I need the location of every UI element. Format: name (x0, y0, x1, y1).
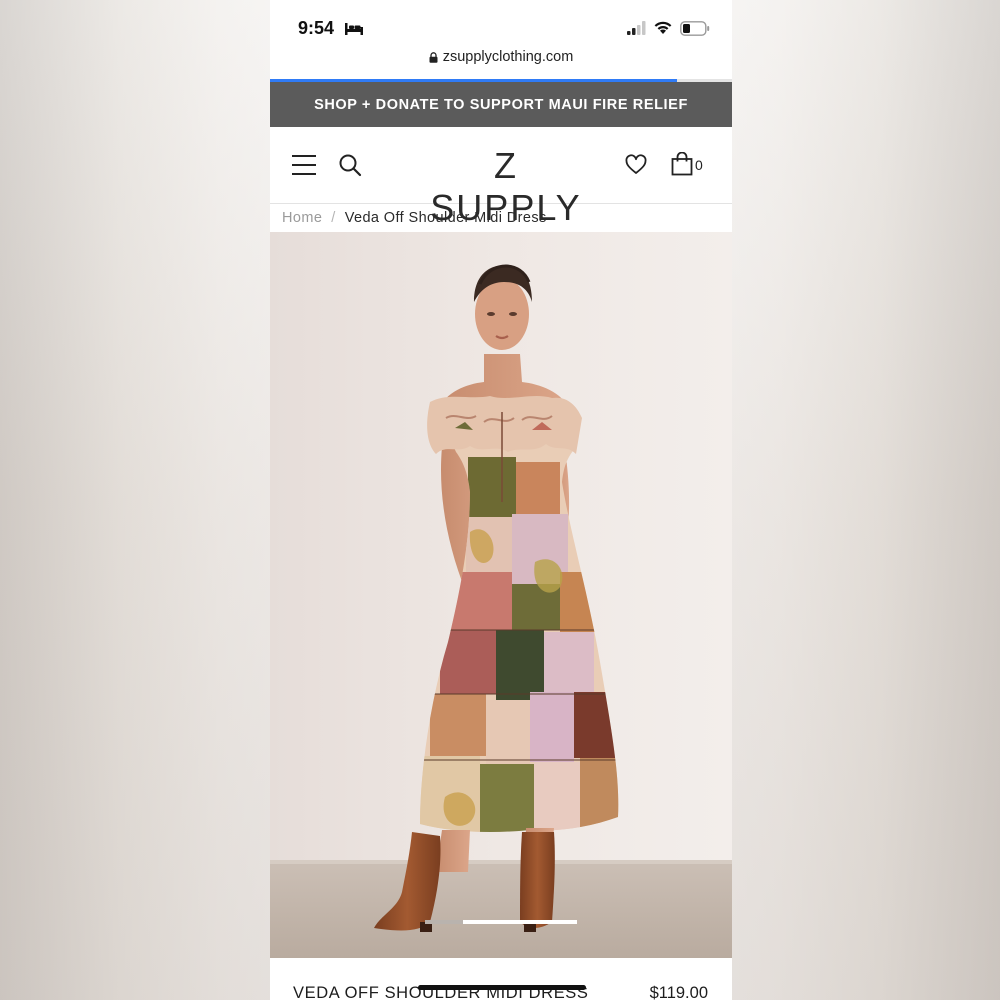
cellular-signal-icon (627, 21, 646, 35)
shopping-bag-icon[interactable] (671, 152, 693, 176)
breadcrumb-separator: / (331, 210, 336, 226)
status-time: 9:54 (298, 18, 335, 38)
product-image[interactable] (270, 232, 732, 958)
product-info: VEDA OFF SHOULDER MIDI DRESS $119.00 (270, 958, 732, 1000)
breadcrumb-home-link[interactable]: Home (282, 210, 322, 226)
menu-icon[interactable] (292, 154, 318, 176)
promo-banner[interactable]: SHOP + DONATE TO SUPPORT MAUI FIRE RELIE… (270, 82, 732, 127)
carousel-indicator-active (463, 920, 577, 924)
phone-screen: 9:54 zsupplyclothing.com SHOP + DONATE T… (270, 0, 732, 1000)
search-icon[interactable] (338, 153, 362, 177)
status-bar: 9:54 (270, 0, 732, 44)
product-price: $119.00 (649, 984, 708, 1000)
lock-icon (429, 51, 438, 63)
battery-icon (680, 21, 710, 36)
wifi-icon (654, 21, 672, 34)
cart-count: 0 (695, 157, 703, 173)
site-header: Z SUPPLY 0 (270, 127, 732, 228)
breadcrumb-current: Veda Off Shoulder Midi Dress (344, 210, 547, 226)
url-bar[interactable]: zsupplyclothing.com (270, 46, 732, 68)
breadcrumb: Home / Veda Off Shoulder Midi Dress (270, 204, 732, 232)
promo-banner-text: SHOP + DONATE TO SUPPORT MAUI FIRE RELIE… (314, 96, 688, 113)
url-text: zsupplyclothing.com (442, 49, 574, 65)
bed-icon (345, 23, 363, 35)
heart-icon[interactable] (625, 154, 647, 176)
carousel-indicator[interactable] (425, 920, 577, 924)
home-indicator[interactable] (418, 985, 586, 990)
